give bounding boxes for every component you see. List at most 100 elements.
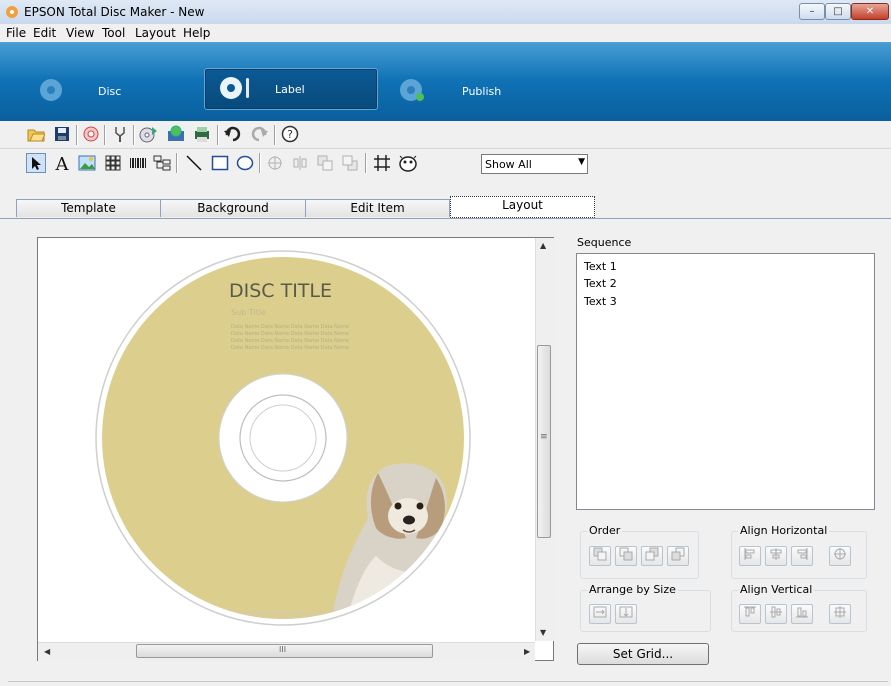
label-canvas[interactable]: DISC TITLE Sub Title Data Name Data Name… xyxy=(37,237,554,661)
send-to-back-button[interactable] xyxy=(667,546,689,566)
select-tool-icon[interactable] xyxy=(26,153,46,173)
set-grid-button[interactable]: Set Grid... xyxy=(577,643,709,665)
line-tool-icon[interactable] xyxy=(184,153,204,173)
disc-data-line: Data Name Data Name Data Name Data Name xyxy=(231,338,349,344)
center-vertical-button[interactable] xyxy=(829,604,851,624)
minimize-button[interactable]: – xyxy=(799,3,825,20)
tab-template[interactable]: Template xyxy=(16,199,161,217)
publish-nav-icon xyxy=(400,79,424,101)
list-item[interactable]: Text 3 xyxy=(584,295,617,308)
center-align-icon[interactable] xyxy=(265,153,285,173)
rectangle-tool-icon[interactable] xyxy=(210,153,230,173)
list-item[interactable]: Text 2 xyxy=(584,277,617,290)
grid-image-tool-icon[interactable] xyxy=(103,153,123,173)
image-tool-icon[interactable] xyxy=(77,153,97,173)
nav-publish-tab[interactable] xyxy=(398,73,438,103)
save-icon[interactable] xyxy=(52,124,72,144)
bring-forward-button[interactable] xyxy=(615,546,637,566)
align-top-icon xyxy=(744,606,756,617)
menu-bar: File Edit View Tool Layout Help xyxy=(0,24,891,42)
menu-help[interactable]: Help xyxy=(183,26,210,40)
menu-view[interactable]: View xyxy=(66,26,94,40)
help-icon[interactable]: ? xyxy=(280,124,300,144)
list-item[interactable]: Text 1 xyxy=(584,260,617,273)
disc-copy-icon[interactable] xyxy=(139,124,159,144)
disc-data-block[interactable]: Data Name Data Name Data Name Data Name … xyxy=(231,324,391,352)
disc-subtitle-text[interactable]: Sub Title xyxy=(231,308,266,317)
align-left-icon xyxy=(744,548,755,560)
menu-tool[interactable]: Tool xyxy=(102,26,125,40)
align-middle-button[interactable] xyxy=(765,604,787,624)
redo-icon[interactable] xyxy=(249,124,269,144)
bring-to-front-button[interactable] xyxy=(589,546,611,566)
same-width-button[interactable] xyxy=(589,604,611,624)
undo-icon[interactable] xyxy=(223,124,243,144)
vertical-scroll-thumb[interactable]: ≡ xyxy=(537,345,551,538)
scroll-down-icon[interactable]: ▼ xyxy=(540,628,546,637)
same-height-button[interactable] xyxy=(615,604,637,624)
same-height-icon xyxy=(619,606,633,618)
crop-grid-icon[interactable] xyxy=(372,153,392,173)
show-select-dropdown[interactable]: Show All ▼ xyxy=(481,154,588,174)
sequence-label: Sequence xyxy=(577,236,632,249)
scroll-left-icon[interactable]: ◀ xyxy=(44,647,50,656)
tab-background[interactable]: Background xyxy=(160,199,306,217)
ellipse-tool-icon[interactable] xyxy=(235,153,255,173)
scroll-up-icon[interactable]: ▲ xyxy=(540,241,546,250)
send-backward-button[interactable] xyxy=(641,546,663,566)
align-middle-icon xyxy=(770,606,782,618)
tab-edit-item[interactable]: Edit Item xyxy=(305,199,450,217)
text-tool-icon[interactable]: A xyxy=(52,153,72,173)
bring-forward-icon[interactable] xyxy=(315,153,335,173)
print-preview-icon[interactable] xyxy=(81,124,101,144)
menu-layout[interactable]: Layout xyxy=(135,26,176,40)
printer-icon[interactable] xyxy=(192,124,212,144)
disc-data-line: Data Name Data Name Data Name Data Name xyxy=(231,331,349,337)
center-vertical-icon xyxy=(834,606,846,618)
nav-disc-label: Disc xyxy=(98,85,122,98)
align-center-button[interactable] xyxy=(765,546,787,566)
disc-data-line: Data Name Data Name Data Name Data Name xyxy=(231,324,349,330)
nav-disc-tab[interactable] xyxy=(38,73,98,103)
bring-forward-small-icon xyxy=(619,547,633,561)
align-horizontal-legend: Align Horizontal xyxy=(738,524,830,537)
disc-data-line: Data Name Data Name Data Name Data Name xyxy=(231,345,349,351)
nav-label-tab[interactable]: Label xyxy=(204,68,378,110)
align-top-button[interactable] xyxy=(739,604,761,624)
align-center-icon xyxy=(770,548,782,560)
distribute-icon[interactable] xyxy=(290,153,310,173)
tools-icon[interactable] xyxy=(110,124,130,144)
sequence-list[interactable]: Text 1 Text 2 Text 3 xyxy=(576,253,875,510)
center-horizontal-button[interactable] xyxy=(829,546,851,566)
svg-text:A: A xyxy=(55,154,70,172)
maximize-button[interactable]: □ xyxy=(825,3,851,20)
align-left-button[interactable] xyxy=(739,546,761,566)
tab-layout[interactable]: Layout xyxy=(450,196,595,218)
disc-title-text[interactable]: DISC TITLE xyxy=(229,280,332,302)
menu-edit[interactable]: Edit xyxy=(33,26,56,40)
disc-burn-icon[interactable] xyxy=(166,124,186,144)
layout-tree-tool-icon[interactable] xyxy=(152,153,172,173)
close-button[interactable]: ✕ xyxy=(851,3,889,20)
align-vertical-legend: Align Vertical xyxy=(738,583,815,596)
mode-navigation-band: Disc Label Publish xyxy=(0,42,891,122)
open-icon[interactable] xyxy=(26,124,46,144)
app-logo-icon xyxy=(6,6,18,18)
same-width-icon xyxy=(593,606,607,618)
align-right-button[interactable] xyxy=(791,546,813,566)
send-backward-small-icon xyxy=(645,547,659,561)
order-group: Order xyxy=(580,524,699,579)
align-bottom-button[interactable] xyxy=(791,604,813,624)
barcode-tool-icon[interactable] xyxy=(128,153,148,173)
disc-view-icon[interactable] xyxy=(398,153,418,173)
window-title: EPSON Total Disc Maker - New xyxy=(24,5,205,19)
horizontal-grip: III xyxy=(279,645,287,654)
send-backward-icon[interactable] xyxy=(340,153,360,173)
menu-file[interactable]: File xyxy=(6,26,26,40)
main-toolbar: ? xyxy=(0,121,891,149)
scroll-right-icon[interactable]: ▶ xyxy=(524,647,530,656)
nav-publish-label: Publish xyxy=(462,85,502,98)
tab-strip: Template Background Edit Item Layout xyxy=(0,196,891,219)
chevron-down-icon: ▼ xyxy=(578,157,585,167)
horizontal-scroll-thumb[interactable]: III xyxy=(136,644,433,658)
